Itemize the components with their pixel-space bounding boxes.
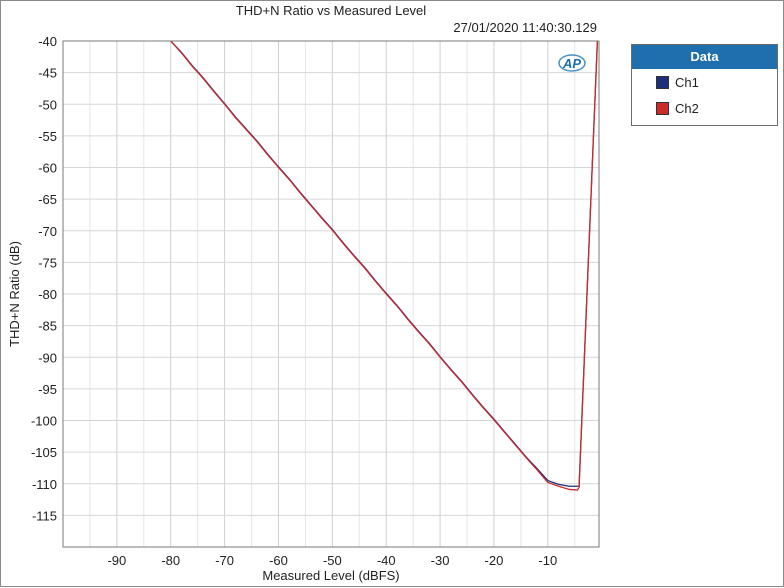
y-tick-label: -65 [38, 192, 57, 207]
legend-item-ch1[interactable]: Ch1 [632, 69, 777, 95]
ch1-swatch-icon [656, 75, 669, 89]
y-tick-label: -75 [38, 255, 57, 270]
ch2-swatch-icon [656, 101, 669, 115]
y-tick-label: -105 [31, 445, 57, 460]
y-tick-label: -45 [38, 66, 57, 81]
y-tick-label: -70 [38, 224, 57, 239]
y-tick-label: -50 [38, 97, 57, 112]
legend-item-ch2[interactable]: Ch2 [632, 95, 777, 121]
x-tick-label: -40 [377, 553, 396, 568]
x-tick-label: -60 [269, 553, 288, 568]
chart-window: THD+N Ratio vs Measured Level 27/01/2020… [0, 0, 784, 587]
y-tick-label: -115 [32, 508, 57, 523]
y-tick-labels: -40 -45 -50 -55 -60 -65 -70 -75 -80 -85 -90 -95 -100… [31, 34, 57, 523]
y-tick-label: -100 [31, 414, 57, 429]
y-tick-label: -55 [38, 129, 57, 144]
y-tick-label: -60 [38, 161, 57, 176]
ap-logo-text: AP [562, 56, 581, 71]
x-tick-label: -30 [431, 553, 450, 568]
ap-logo-icon: AP [557, 53, 587, 73]
legend-item-label: Ch2 [675, 100, 699, 116]
legend-item-label: Ch1 [675, 74, 699, 90]
y-tick-label: -110 [32, 477, 57, 492]
x-tick-label: -70 [215, 553, 234, 568]
x-tick-labels: -90 -80 -70 -60 -50 -40 -30 -20 -10 [107, 553, 557, 568]
x-tick-label: -80 [161, 553, 180, 568]
y-tick-label: -40 [38, 34, 57, 49]
y-axis-label: THD+N Ratio (dB) [7, 241, 22, 347]
y-tick-label: -95 [38, 382, 57, 397]
legend-title: Data [632, 45, 777, 69]
x-tick-label: -90 [107, 553, 126, 568]
y-tick-label: -85 [38, 319, 57, 334]
x-tick-label: -10 [538, 553, 557, 568]
legend: Data Ch1 Ch2 [631, 44, 778, 126]
x-tick-label: -20 [485, 553, 504, 568]
y-tick-label: -90 [38, 350, 57, 365]
x-tick-label: -50 [323, 553, 342, 568]
x-axis-label: Measured Level (dBFS) [262, 568, 399, 583]
y-tick-label: -80 [38, 287, 57, 302]
